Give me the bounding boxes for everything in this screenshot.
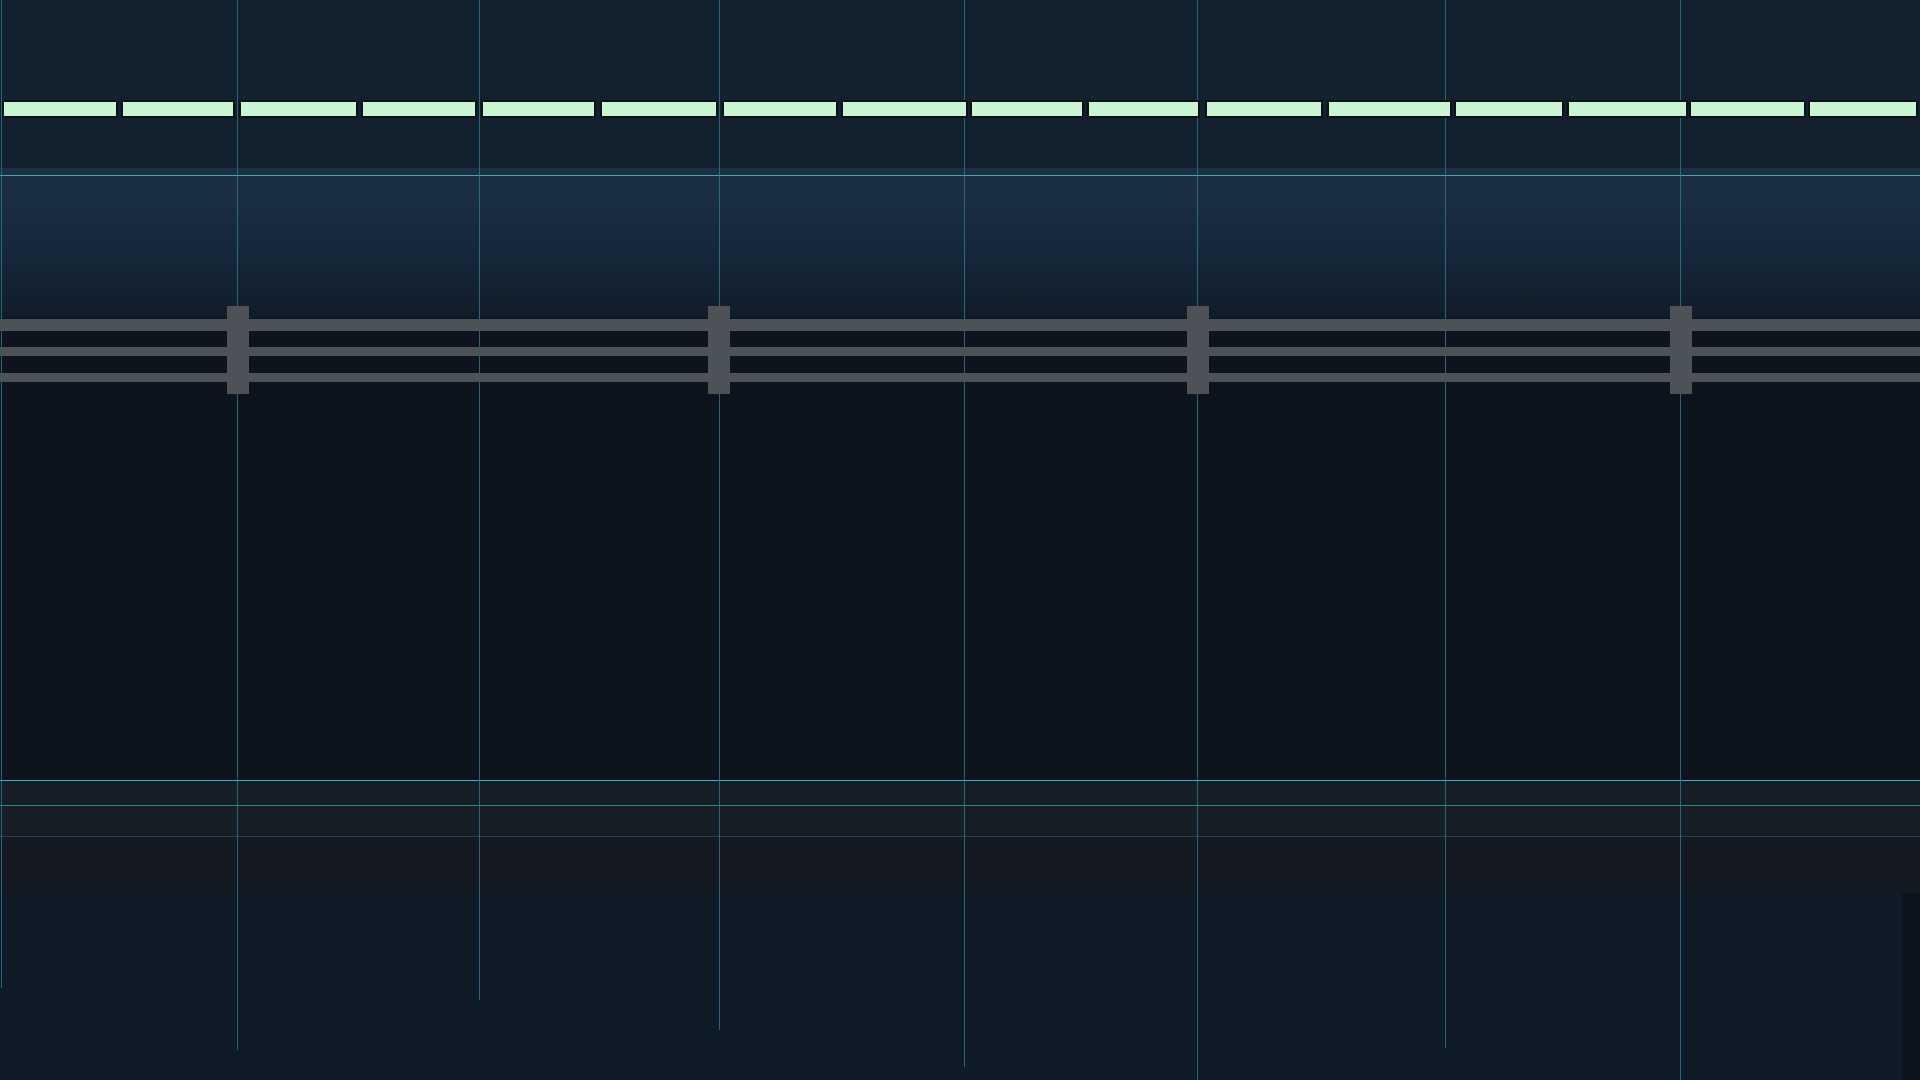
game-stage xyxy=(0,0,1920,1080)
fence-rail xyxy=(0,347,1920,356)
fence-post xyxy=(708,306,730,394)
fence-post xyxy=(227,306,249,394)
fence-rail xyxy=(0,373,1920,382)
rail-fence xyxy=(0,0,1920,1080)
fence-post xyxy=(1187,306,1209,394)
fence-rail xyxy=(0,319,1920,331)
fence-post xyxy=(1670,306,1692,394)
